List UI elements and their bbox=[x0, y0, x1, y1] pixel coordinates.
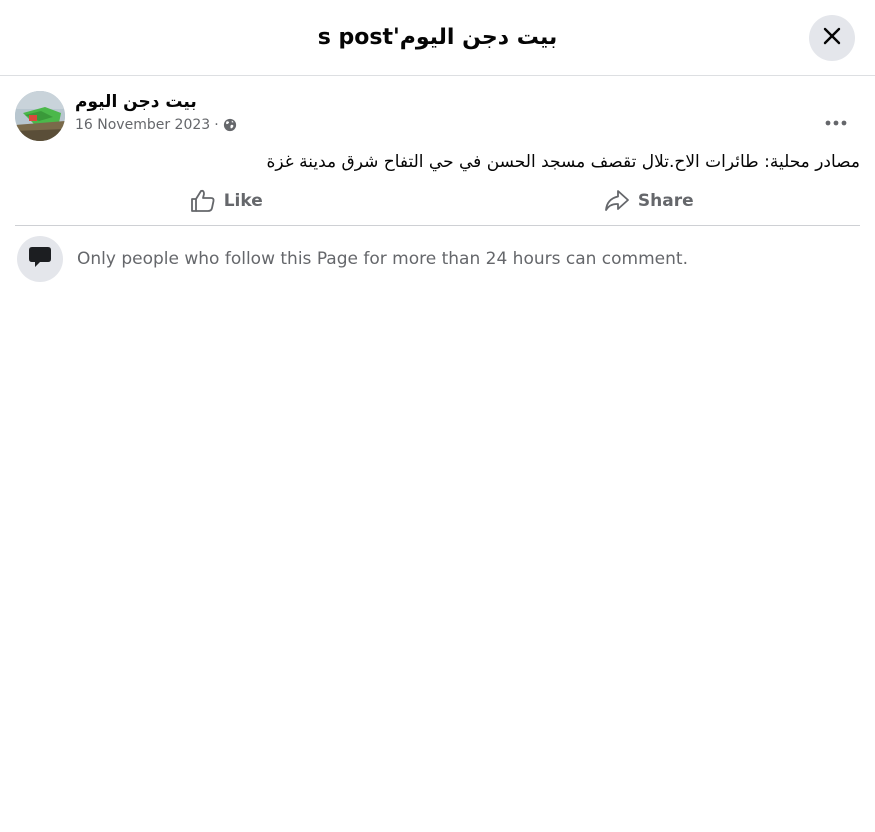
like-label: Like bbox=[223, 190, 263, 211]
more-options-icon bbox=[825, 111, 847, 130]
post-date[interactable]: 16 November 2023 bbox=[75, 117, 210, 133]
share-label: Share bbox=[637, 190, 694, 211]
comment-notice-text: Only people who follow this Page for mor… bbox=[77, 249, 688, 269]
post-meta: 16 November 2023 · bbox=[75, 117, 237, 133]
like-button[interactable]: Like bbox=[15, 176, 438, 225]
comment-restriction-notice: Only people who follow this Page for mor… bbox=[15, 226, 860, 292]
comment-icon-wrap bbox=[17, 236, 63, 282]
post-actions: Like Share bbox=[15, 176, 860, 226]
post-text: مصادر محلية: طائرات الاح.تلال تقصف مسجد … bbox=[266, 152, 860, 172]
page-avatar[interactable] bbox=[15, 91, 65, 141]
author-name[interactable]: بيت دجن اليوم bbox=[75, 92, 237, 112]
post: بيت دجن اليوم 16 November 2023 · مصادر م… bbox=[0, 76, 875, 292]
more-options-button[interactable] bbox=[818, 102, 854, 138]
close-icon bbox=[822, 26, 842, 50]
close-button[interactable] bbox=[809, 15, 855, 61]
meta-separator: · bbox=[214, 117, 219, 133]
globe-icon bbox=[223, 118, 237, 132]
dialog-title: بيت دجن اليوم's post bbox=[317, 25, 558, 50]
post-header: بيت دجن اليوم 16 November 2023 · bbox=[15, 76, 860, 142]
thumbs-up-icon bbox=[190, 189, 216, 213]
share-button[interactable]: Share bbox=[438, 176, 861, 225]
comment-bubble-icon bbox=[27, 244, 53, 274]
post-dialog: بيت دجن اليوم's post بيت دجن اليوم 16 No… bbox=[0, 0, 875, 832]
dialog-header: بيت دجن اليوم's post bbox=[0, 0, 875, 76]
share-arrow-icon bbox=[604, 189, 630, 213]
